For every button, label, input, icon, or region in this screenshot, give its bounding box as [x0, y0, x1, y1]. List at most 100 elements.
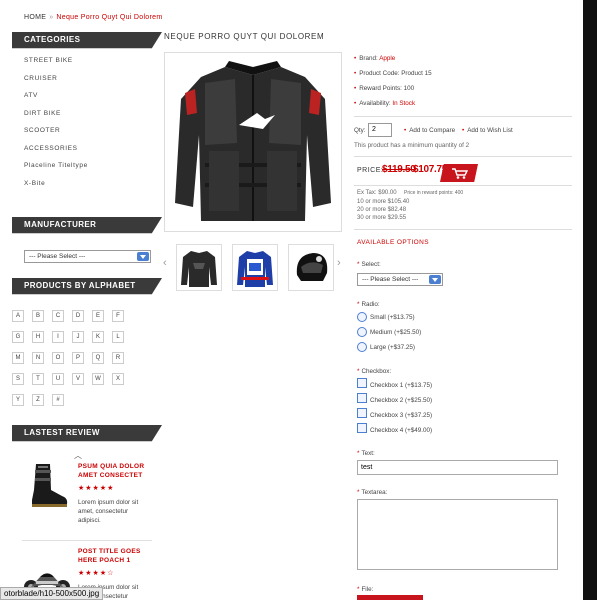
review-title[interactable]: PSUM QUIA DOLOR AMET CONSECTET: [78, 462, 148, 480]
text-option-input[interactable]: test: [357, 460, 558, 475]
alphabet-letter-link[interactable]: H: [32, 331, 44, 343]
alphabet-letter-link[interactable]: K: [92, 331, 104, 343]
alphabet-letter-link[interactable]: C: [52, 310, 64, 322]
manufacturer-select[interactable]: --- Please Select ---: [24, 250, 151, 263]
divider: [354, 229, 572, 230]
category-item[interactable]: SCOOTER: [24, 127, 152, 145]
bullet-icon: •: [354, 85, 357, 92]
alphabet-letter-link[interactable]: #: [52, 394, 64, 406]
scrollbar[interactable]: [583, 0, 597, 600]
option-select[interactable]: --- Please Select ---: [357, 273, 443, 286]
review-divider: [22, 540, 152, 541]
thumbnail[interactable]: [176, 244, 222, 291]
alphabet-letter-link[interactable]: S: [12, 373, 24, 385]
checkbox-1[interactable]: [357, 378, 367, 388]
radio-label: Large (+$37.25): [370, 344, 415, 351]
add-to-cart-button[interactable]: [440, 164, 478, 182]
textarea-option-label: * Textarea:: [357, 489, 388, 496]
review-heading: LASTEST REVIEW: [12, 425, 162, 442]
review-title[interactable]: POST TITLE GOES HERE POACH 1: [78, 547, 148, 565]
availability-value: In Stock: [392, 100, 416, 107]
alphabet-letter-link[interactable]: N: [32, 352, 44, 364]
category-item[interactable]: Placeline Titeltype: [24, 162, 152, 180]
thumbnail[interactable]: [288, 244, 334, 291]
categories-heading: CATEGORIES: [12, 32, 162, 49]
radio-large[interactable]: [357, 342, 367, 352]
wishlist-label[interactable]: Add to Wish List: [467, 127, 513, 134]
alphabet-letter-link[interactable]: O: [52, 352, 64, 364]
alphabet-letter-link[interactable]: U: [52, 373, 64, 385]
category-item[interactable]: CRUISER: [24, 75, 152, 93]
category-item[interactable]: X-Bite: [24, 180, 152, 198]
status-bar-url: otorblade/h10-500x500.jpg: [0, 587, 104, 600]
thumbnail[interactable]: [232, 244, 278, 291]
main-product-image[interactable]: [164, 52, 342, 232]
divider: [354, 156, 572, 157]
alphabet-letter-link[interactable]: D: [72, 310, 84, 322]
alphabet-letter-link[interactable]: Z: [32, 394, 44, 406]
alphabet-letter-link[interactable]: R: [112, 352, 124, 364]
alphabet-letter-link[interactable]: Q: [92, 352, 104, 364]
bullet-icon: •: [354, 70, 357, 77]
alphabet-letter-link[interactable]: T: [32, 373, 44, 385]
compare-link[interactable]: • Add to Compare: [404, 127, 455, 134]
sidebar: CATEGORIES STREET BIKE CRUISER ATV DIRT …: [12, 32, 162, 197]
chevron-up-icon[interactable]: ︿: [74, 450, 82, 461]
chevron-down-icon[interactable]: [429, 275, 441, 284]
manufacturer-select-value: --- Please Select ---: [29, 253, 86, 260]
text-option-label: * Text:: [357, 450, 375, 457]
chevron-left-icon[interactable]: ‹: [163, 257, 167, 269]
textarea-option-input[interactable]: [357, 499, 558, 570]
alphabet-letter-link[interactable]: W: [92, 373, 104, 385]
alphabet-letter-link[interactable]: E: [92, 310, 104, 322]
alphabet-letter-link[interactable]: M: [12, 352, 24, 364]
bullet-icon: •: [354, 100, 357, 107]
alphabet-letter-link[interactable]: L: [112, 331, 124, 343]
checkbox-option-label: * Checkbox:: [357, 368, 392, 375]
category-item[interactable]: DIRT BIKE: [24, 110, 152, 128]
breadcrumb-current[interactable]: Neque Porro Quyt Qui Dolorem: [56, 14, 162, 21]
alphabet-letter-link[interactable]: I: [52, 331, 64, 343]
reward-points: Reward Points: 100: [359, 85, 415, 92]
radio-medium[interactable]: [357, 327, 367, 337]
breadcrumb-home-link[interactable]: HOME: [24, 14, 46, 21]
compare-label[interactable]: Add to Compare: [409, 127, 455, 134]
category-item[interactable]: ACCESSORIES: [24, 145, 152, 163]
alphabet-letter-link[interactable]: B: [32, 310, 44, 322]
category-item[interactable]: ATV: [24, 92, 152, 110]
chevron-right-icon[interactable]: ›: [337, 257, 341, 269]
boot-image[interactable]: [22, 460, 72, 510]
category-item[interactable]: STREET BIKE: [24, 57, 152, 75]
old-price: $119.50: [382, 164, 416, 175]
discount-row: 20 or more $82.48: [357, 207, 407, 213]
radio-label: Small (+$13.75): [370, 314, 415, 321]
alphabet-letter-link[interactable]: J: [72, 331, 84, 343]
alphabet-letter-link[interactable]: P: [72, 352, 84, 364]
star-rating-icon: ★★★★★: [78, 485, 115, 492]
quantity-input[interactable]: 2: [368, 123, 392, 137]
brand-label: Brand:: [359, 55, 378, 62]
category-list: STREET BIKE CRUISER ATV DIRT BIKE SCOOTE…: [12, 48, 152, 197]
brand-link[interactable]: Apple: [379, 55, 395, 62]
alphabet-letter-link[interactable]: Y: [12, 394, 24, 406]
upload-file-button[interactable]: [357, 595, 423, 600]
alphabet-letter-link[interactable]: A: [12, 310, 24, 322]
alphabet-letter-link[interactable]: V: [72, 373, 84, 385]
alphabet-letter-link[interactable]: G: [12, 331, 24, 343]
alphabet-letter-link[interactable]: X: [112, 373, 124, 385]
wishlist-link[interactable]: • Add to Wish List: [462, 127, 513, 134]
checkbox-2[interactable]: [357, 393, 367, 403]
breadcrumb: HOME» Neque Porro Quyt Qui Dolorem: [24, 14, 162, 21]
checkbox-4[interactable]: [357, 423, 367, 433]
page: HOME» Neque Porro Quyt Qui Dolorem CATEGO…: [0, 0, 583, 600]
chevron-down-icon[interactable]: [137, 252, 149, 261]
alphabet-letter-link[interactable]: F: [112, 310, 124, 322]
reward-row: • Reward Points: 100: [354, 85, 414, 92]
checkbox-3[interactable]: [357, 408, 367, 418]
radio-label: Medium (+$25.50): [370, 329, 422, 336]
radio-small[interactable]: [357, 312, 367, 322]
file-option-label: * File:: [357, 586, 374, 593]
availability-row: • Availability: In Stock: [354, 100, 415, 107]
select-option-label: * Select:: [357, 261, 381, 268]
manufacturer-heading: MANUFACTURER: [12, 217, 162, 234]
